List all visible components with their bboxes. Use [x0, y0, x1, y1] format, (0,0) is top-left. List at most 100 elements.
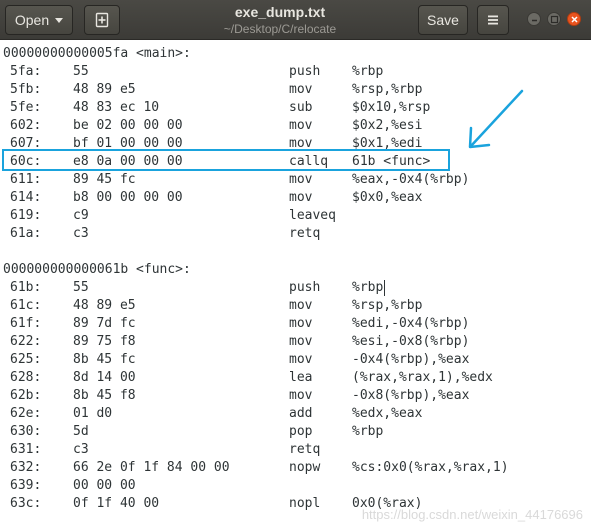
mnemonic: mov: [289, 316, 313, 331]
operands: $0x2,%esi: [352, 118, 423, 133]
code-line: 61c: 48 89 e5 mov %rsp,%rbp: [3, 297, 588, 315]
header-bar: Open exe_dump.txt ~/Desktop/C/relocate S…: [0, 0, 591, 40]
menu-button[interactable]: [477, 5, 509, 35]
address: 632:: [10, 460, 42, 475]
code-line: 631: c3 retq: [3, 441, 588, 459]
address: 611:: [10, 172, 42, 187]
operands: -0x4(%rbp),%eax: [352, 352, 470, 367]
hex-bytes: 01 d0: [73, 406, 113, 421]
address: 62b:: [10, 388, 42, 403]
address: 5fa:: [10, 64, 42, 79]
maximize-button[interactable]: [547, 12, 561, 26]
symbol-label: 00000000000005fa <main>:: [3, 46, 191, 61]
open-button-label: Open: [14, 12, 50, 28]
hex-bytes: be 02 00 00 00: [73, 118, 183, 133]
hex-bytes: 55: [73, 64, 89, 79]
operands: %edx,%eax: [352, 406, 423, 421]
document-title: exe_dump.txt: [234, 4, 326, 20]
new-document-button[interactable]: [84, 5, 120, 35]
hex-bytes: 0f 1f 40 00: [73, 496, 160, 511]
address: 61b:: [10, 280, 42, 295]
mnemonic: push: [289, 280, 321, 295]
mnemonic: nopl: [289, 496, 321, 511]
address: 630:: [10, 424, 42, 439]
mnemonic: retq: [289, 442, 321, 457]
mnemonic: mov: [289, 388, 313, 403]
operands: (%rax,%rax,1),%edx: [352, 370, 493, 385]
close-button[interactable]: [567, 12, 581, 26]
mnemonic: mov: [289, 172, 313, 187]
hex-bytes: 55: [73, 280, 89, 295]
chevron-down-icon: [55, 17, 64, 23]
hex-bytes: 48 83 ec 10: [73, 100, 160, 115]
operands: %rsp,%rbp: [352, 298, 423, 313]
address: 614:: [10, 190, 42, 205]
operands: -0x8(%rbp),%eax: [352, 388, 470, 403]
code-line: 632: 66 2e 0f 1f 84 00 00 nopw %cs:0x0(%rax…: [3, 459, 588, 477]
code-line: 625: 8b 45 fc mov -0x4(%rbp),%eax: [3, 351, 588, 369]
mnemonic: leaveq: [289, 208, 336, 223]
address: 628:: [10, 370, 42, 385]
mnemonic: mov: [289, 82, 313, 97]
address: 61f:: [10, 316, 42, 331]
mnemonic: push: [289, 64, 321, 79]
section-label: 00000000000005fa <main>:: [3, 45, 588, 63]
close-icon: [571, 16, 578, 23]
operands: %rsp,%rbp: [352, 82, 423, 97]
hamburger-menu-icon: [488, 15, 498, 25]
save-button[interactable]: Save: [418, 5, 468, 35]
minimize-button[interactable]: [527, 12, 541, 26]
document-path: ~/Desktop/C/relocate: [223, 22, 337, 36]
hex-bytes: 00 00 00: [73, 478, 136, 493]
highlight-box: [2, 149, 450, 171]
hex-bytes: 8b 45 f8: [73, 388, 136, 403]
hex-bytes: 89 7d fc: [73, 316, 136, 331]
operands: %edi,-0x4(%rbp): [352, 316, 470, 331]
operands: $0x10,%rsp: [352, 100, 431, 115]
code-line: 639: 00 00 00: [3, 477, 588, 495]
open-button[interactable]: Open: [5, 5, 73, 35]
operands: %cs:0x0(%rax,%rax,1): [352, 460, 509, 475]
text-cursor: [384, 280, 386, 296]
hex-bytes: 89 75 f8: [73, 334, 136, 349]
code-line: 628: 8d 14 00 lea (%rax,%rax,1),%edx: [3, 369, 588, 387]
code-line: 622: 89 75 f8 mov %esi,-0x8(%rbp): [3, 333, 588, 351]
code-line: 62e: 01 d0 add %edx,%eax: [3, 405, 588, 423]
mnemonic: retq: [289, 226, 321, 241]
address: 61a:: [10, 226, 42, 241]
code-line: 611: 89 45 fc mov %eax,-0x4(%rbp): [3, 171, 588, 189]
address: 631:: [10, 442, 42, 457]
address: 622:: [10, 334, 42, 349]
hex-bytes: 48 89 e5: [73, 298, 136, 313]
mnemonic: mov: [289, 352, 313, 367]
hex-bytes: 8d 14 00: [73, 370, 136, 385]
mnemonic: mov: [289, 298, 313, 313]
mnemonic: add: [289, 406, 313, 421]
hex-bytes: c3: [73, 226, 89, 241]
title-block: exe_dump.txt ~/Desktop/C/relocate: [150, 3, 410, 37]
address: 639:: [10, 478, 42, 493]
hex-bytes: 5d: [73, 424, 89, 439]
address: 602:: [10, 118, 42, 133]
code-line: 62b: 8b 45 f8 mov -0x8(%rbp),%eax: [3, 387, 588, 405]
mnemonic: lea: [289, 370, 313, 385]
operands: %eax,-0x4(%rbp): [352, 172, 470, 187]
hex-bytes: 8b 45 fc: [73, 352, 136, 367]
hex-bytes: b8 00 00 00 00: [73, 190, 183, 205]
hex-bytes: 66 2e 0f 1f 84 00 00: [73, 460, 230, 475]
hex-bytes: c3: [73, 442, 89, 457]
hex-bytes: 48 89 e5: [73, 82, 136, 97]
code-line: 61a: c3 retq: [3, 225, 588, 243]
mnemonic: nopw: [289, 460, 321, 475]
mnemonic: mov: [289, 334, 313, 349]
hex-bytes: c9: [73, 208, 89, 223]
section-label: 000000000000061b <func>:: [3, 261, 588, 279]
hex-bytes: 89 45 fc: [73, 172, 136, 187]
mnemonic: sub: [289, 100, 313, 115]
maximize-icon: [550, 15, 559, 24]
mnemonic: mov: [289, 190, 313, 205]
arrow-annotation-icon: [468, 89, 524, 149]
gedit-window: Open exe_dump.txt ~/Desktop/C/relocate S…: [0, 0, 591, 532]
address: 619:: [10, 208, 42, 223]
operands: %rbp: [352, 424, 384, 439]
